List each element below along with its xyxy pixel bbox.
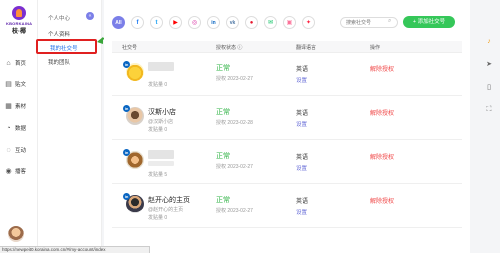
subnav-item-profile[interactable]: 个人资料 [48, 30, 70, 38]
bookmark-icon[interactable]: ▯ [485, 84, 493, 92]
table-header: 社交号 授权状态 ⓘ 翻译语言 操作 [112, 41, 462, 53]
main-nav: KBORKAINA 枝·椰 ⌂ 首页 ▤ 贴文 ▦ 素材 ◔ 数据 ◌ 互动 ◉ 播客 [0, 0, 38, 253]
col-translate-lang: 翻译语言 [296, 45, 317, 51]
collapse-icon[interactable]: « [86, 12, 94, 20]
nav-item-home[interactable]: ⌂ 首页 [0, 56, 38, 70]
post-count: 发贴量 0 [148, 127, 168, 133]
table-row: in 赵开心的主页 @赵开心的主页 发贴量 0 正常 授权 2023-02-27… [112, 185, 462, 228]
subnav-item-my-team[interactable]: 我的团队 [48, 58, 70, 66]
nav-item-data[interactable]: ◔ 数据 [0, 121, 38, 135]
brand-mark-icon [12, 6, 26, 20]
post-count: 发贴量 0 [148, 82, 168, 88]
auth-date: 授权 2023-02-27 [216, 164, 253, 170]
linkedin-icon[interactable]: in [207, 16, 220, 29]
auth-status: 正常 [216, 153, 230, 160]
revoke-auth-button[interactable]: 解除授权 [370, 64, 394, 73]
auth-status: 正常 [216, 65, 230, 72]
send-icon[interactable]: ➤ [485, 61, 493, 69]
settings-link[interactable]: 设置 [296, 164, 307, 172]
filter-all-platforms[interactable]: All [112, 16, 125, 29]
nav-label: 素材 [15, 104, 27, 110]
table-row: in 发贴量 5 正常 授权 2023-02-27 英语 设置 解除授权 [112, 141, 462, 184]
highlight-box [36, 39, 97, 54]
bilibili-icon[interactable]: ▣ [283, 16, 296, 29]
account-name: 汉斯小店 [148, 109, 176, 116]
vk-icon[interactable]: vk [226, 16, 239, 29]
expand-icon[interactable]: ⛶ [485, 106, 493, 114]
translate-language: 英语 [296, 199, 309, 205]
nav-item-interact[interactable]: ◌ 互动 [0, 143, 38, 157]
sub-nav: 个人中心 « 个人资料 我的社交号 我的团队 [38, 0, 102, 253]
chart-icon: ◔ [6, 124, 11, 132]
translate-language: 英语 [296, 155, 309, 161]
blurred-account-name [148, 62, 174, 71]
material-icon: ▦ [5, 102, 12, 110]
revoke-auth-button[interactable]: 解除授权 [370, 196, 394, 205]
nav-label: 贴文 [15, 82, 27, 88]
home-icon: ⌂ [6, 59, 11, 67]
xiaohongshu-icon[interactable]: ✦ [302, 16, 315, 29]
instagram-icon[interactable]: ◎ [188, 16, 201, 29]
subnav-section-title: 个人中心 [48, 16, 71, 22]
linkedin-badge-icon: in [123, 105, 130, 112]
weibo-icon[interactable]: ● [245, 16, 258, 29]
nav-label: 首页 [15, 61, 27, 67]
settings-link[interactable]: 设置 [296, 208, 307, 216]
post-icon: ▤ [5, 80, 12, 88]
linkedin-badge-icon: in [123, 193, 130, 200]
auth-status: 正常 [216, 109, 230, 116]
brand-name-cn: 枝·椰 [12, 29, 26, 35]
brand-logo[interactable]: KBORKAINA 枝·椰 [6, 6, 32, 36]
browser-status-url: https://newpeit0.koraina.com.cn/#/my-acc… [0, 246, 150, 253]
linkedin-badge-icon: in [123, 61, 130, 68]
settings-link[interactable]: 设置 [296, 120, 307, 128]
translate-language: 英语 [296, 67, 309, 73]
facebook-icon[interactable]: f [131, 16, 144, 29]
translate-language: 英语 [296, 111, 309, 117]
account-handle: @汉斯小店 [148, 119, 174, 125]
wechat-icon[interactable]: ✉ [264, 16, 277, 29]
table-row: in 发贴量 0 正常 授权 2023-02-27 英语 设置 解除授权 [112, 53, 462, 96]
blurred-account-handle [148, 161, 174, 166]
blurred-account-name [148, 150, 174, 159]
add-social-account-button[interactable]: + 添加社交号 [403, 16, 455, 28]
post-count: 发贴量 5 [148, 172, 168, 178]
search-icon[interactable]: ⌕ [388, 18, 391, 25]
nav-label: 互动 [15, 148, 27, 154]
podcast-icon: ◉ [5, 167, 12, 175]
nav-label: 数据 [15, 126, 27, 132]
settings-link[interactable]: 设置 [296, 76, 307, 84]
post-count: 发贴量 0 [148, 215, 168, 221]
nav-label: 播客 [15, 169, 27, 175]
linkedin-badge-icon: in [123, 149, 130, 156]
right-tool-rail: ♪ ➤ ▯ ⛶ [478, 0, 500, 253]
auth-date: 授权 2023-02-27 [216, 76, 253, 82]
revoke-auth-button[interactable]: 解除授权 [370, 108, 394, 117]
main-panel: All f t ▶ ◎ in vk ● ✉ ▣ ✦ ⌕ + 添加社交号 社交号 … [104, 0, 470, 253]
account-name: 赵开心的主页 [148, 197, 190, 204]
auth-status: 正常 [216, 197, 230, 204]
auth-date: 授权 2023-02-28 [216, 120, 253, 126]
col-operation: 操作 [370, 45, 381, 51]
user-avatar[interactable] [8, 226, 24, 242]
twitter-icon[interactable]: t [150, 16, 163, 29]
col-auth-status: 授权状态 ⓘ [216, 45, 243, 51]
nav-item-material[interactable]: ▦ 素材 [0, 99, 38, 113]
revoke-auth-button[interactable]: 解除授权 [370, 152, 394, 161]
nav-item-podcast[interactable]: ◉ 播客 [0, 164, 38, 178]
auth-date: 授权 2023-02-27 [216, 208, 253, 214]
chat-icon: ◌ [6, 146, 11, 154]
table-row: in 汉斯小店 @汉斯小店 发贴量 0 正常 授权 2023-02-28 英语 … [112, 97, 462, 140]
youtube-icon[interactable]: ▶ [169, 16, 182, 29]
bell-icon[interactable]: ♪ [485, 38, 493, 46]
nav-item-posts[interactable]: ▤ 贴文 [0, 77, 38, 91]
col-account: 社交号 [122, 45, 138, 51]
account-handle: @赵开心的主页 [148, 207, 184, 213]
